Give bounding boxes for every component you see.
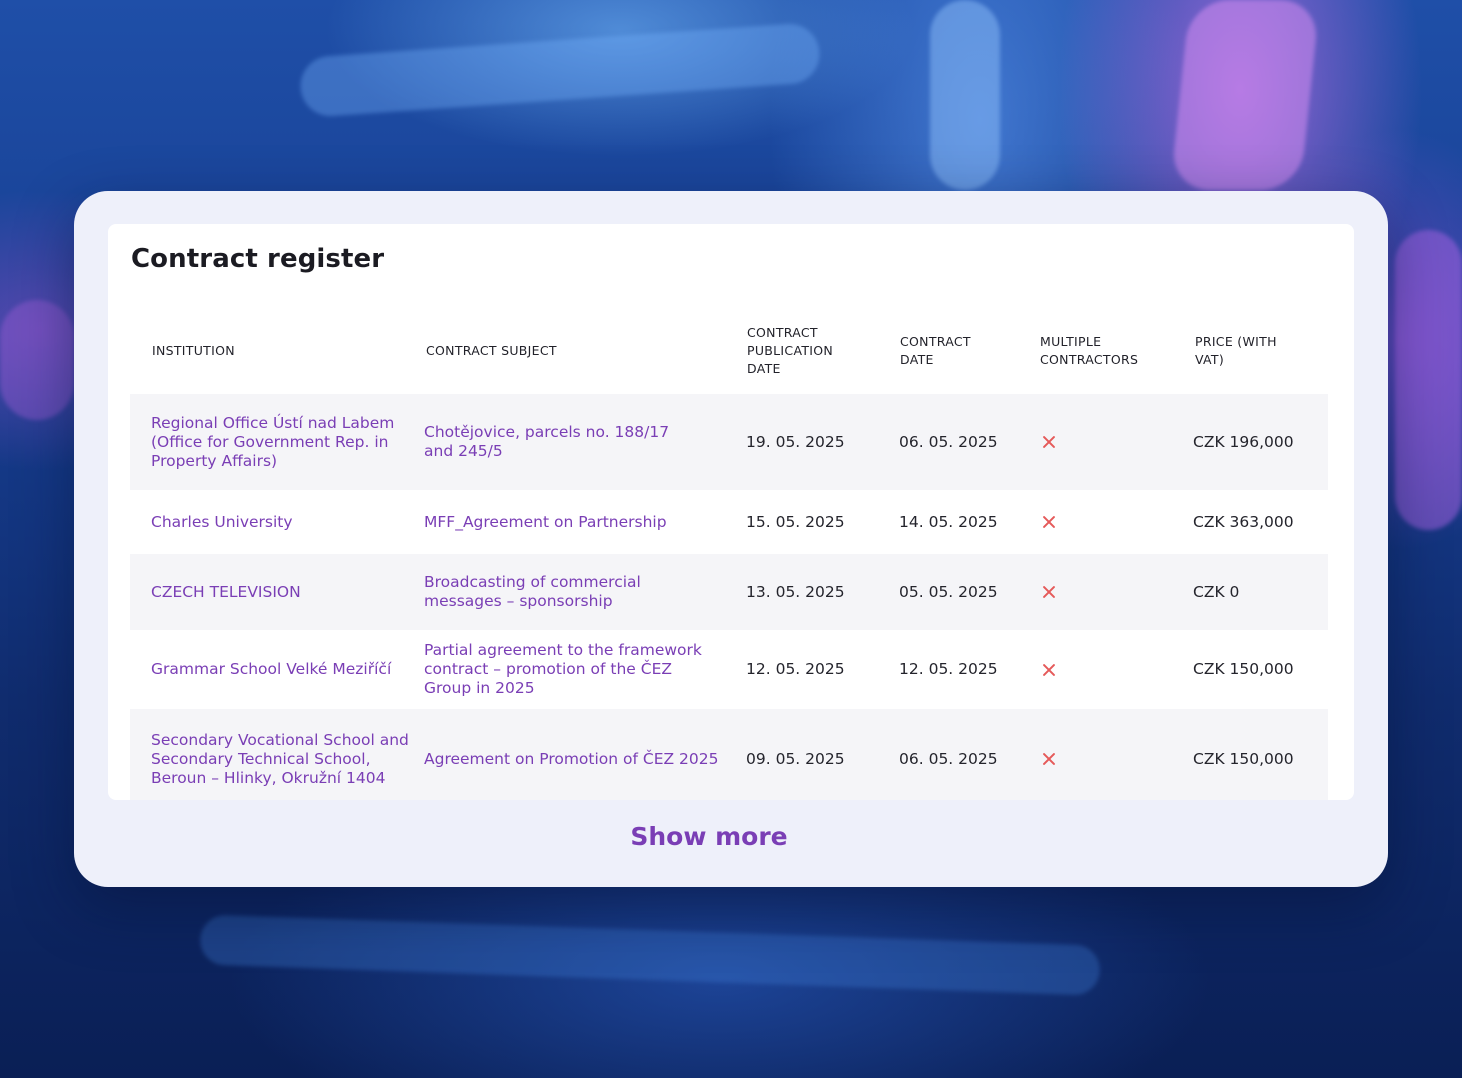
close-icon bbox=[1042, 752, 1056, 766]
contract-table: INSTITUTION CONTRACT SUBJECT CONTRACT PU… bbox=[130, 308, 1328, 800]
background-stroke bbox=[199, 914, 1101, 996]
publication-date: 12. 05. 2025 bbox=[746, 660, 845, 678]
institution-link[interactable]: CZECH TELEVISION bbox=[151, 583, 301, 602]
publication-date: 15. 05. 2025 bbox=[746, 512, 845, 531]
institution-link[interactable]: Regional Office Ústí nad Labem (Office f… bbox=[151, 414, 396, 471]
contract-subject-link[interactable]: Partial agreement to the framework contr… bbox=[424, 641, 714, 698]
table-row[interactable]: Charles University MFF_Agreement on Part… bbox=[130, 490, 1328, 554]
institution-link[interactable]: Grammar School Velké Meziříčí bbox=[151, 660, 391, 679]
price-value: CZK 196,000 bbox=[1193, 432, 1294, 451]
page-title: Contract register bbox=[131, 244, 385, 274]
publication-date: 19. 05. 2025 bbox=[746, 432, 845, 451]
price-value: CZK 363,000 bbox=[1193, 512, 1294, 531]
contract-subject-link[interactable]: Chotějovice, parcels no. 188/17 and 245/… bbox=[424, 423, 674, 461]
close-icon bbox=[1042, 435, 1056, 449]
institution-link[interactable]: Secondary Vocational School and Secondar… bbox=[151, 731, 413, 788]
contract-date: 06. 05. 2025 bbox=[899, 432, 998, 451]
close-icon bbox=[1042, 663, 1056, 677]
table-header-row: INSTITUTION CONTRACT SUBJECT CONTRACT PU… bbox=[130, 308, 1328, 394]
show-more-button[interactable]: Show more bbox=[74, 821, 1344, 852]
column-header-publication-date: CONTRACT PUBLICATION DATE bbox=[747, 325, 834, 376]
contract-register-panel: Contract register INSTITUTION CONTRACT S… bbox=[108, 224, 1354, 800]
contract-subject-link[interactable]: Agreement on Promotion of ČEZ 2025 bbox=[424, 750, 724, 769]
column-header-contract-subject: CONTRACT SUBJECT bbox=[426, 343, 557, 358]
contract-subject-link[interactable]: Broadcasting of commercial messages – sp… bbox=[424, 573, 654, 611]
price-value: CZK 150,000 bbox=[1193, 660, 1294, 678]
contract-subject-link[interactable]: MFF_Agreement on Partnership bbox=[424, 513, 667, 532]
column-header-institution: INSTITUTION bbox=[152, 343, 235, 358]
close-icon bbox=[1042, 585, 1056, 599]
publication-date: 09. 05. 2025 bbox=[746, 749, 845, 768]
contract-date: 12. 05. 2025 bbox=[899, 660, 998, 678]
background-stroke bbox=[0, 300, 74, 420]
background-stroke bbox=[298, 21, 822, 119]
column-header-price: PRICE (WITH VAT) bbox=[1195, 334, 1277, 367]
table-row[interactable]: CZECH TELEVISION Broadcasting of commerc… bbox=[130, 554, 1328, 630]
institution-link[interactable]: Charles University bbox=[151, 513, 293, 532]
background-stroke bbox=[1170, 0, 1320, 190]
background-stroke bbox=[930, 0, 1000, 190]
contract-date: 05. 05. 2025 bbox=[899, 582, 998, 601]
price-value: CZK 150,000 bbox=[1193, 749, 1294, 768]
table-row[interactable]: Regional Office Ústí nad Labem (Office f… bbox=[130, 394, 1328, 490]
column-header-multiple-contractors: MULTIPLE CONTRACTORS bbox=[1040, 334, 1139, 367]
contract-date: 06. 05. 2025 bbox=[899, 749, 998, 768]
table-row[interactable]: Grammar School Velké Meziříčí Partial ag… bbox=[130, 630, 1328, 709]
contract-register-card: Contract register INSTITUTION CONTRACT S… bbox=[74, 191, 1388, 887]
contract-date: 14. 05. 2025 bbox=[899, 512, 998, 531]
close-icon bbox=[1042, 515, 1056, 529]
price-value: CZK 0 bbox=[1193, 582, 1240, 601]
column-header-contract-date: CONTRACT DATE bbox=[900, 334, 971, 367]
table-row[interactable]: Secondary Vocational School and Secondar… bbox=[130, 709, 1328, 800]
background-stroke bbox=[1395, 230, 1462, 530]
publication-date: 13. 05. 2025 bbox=[746, 582, 845, 601]
